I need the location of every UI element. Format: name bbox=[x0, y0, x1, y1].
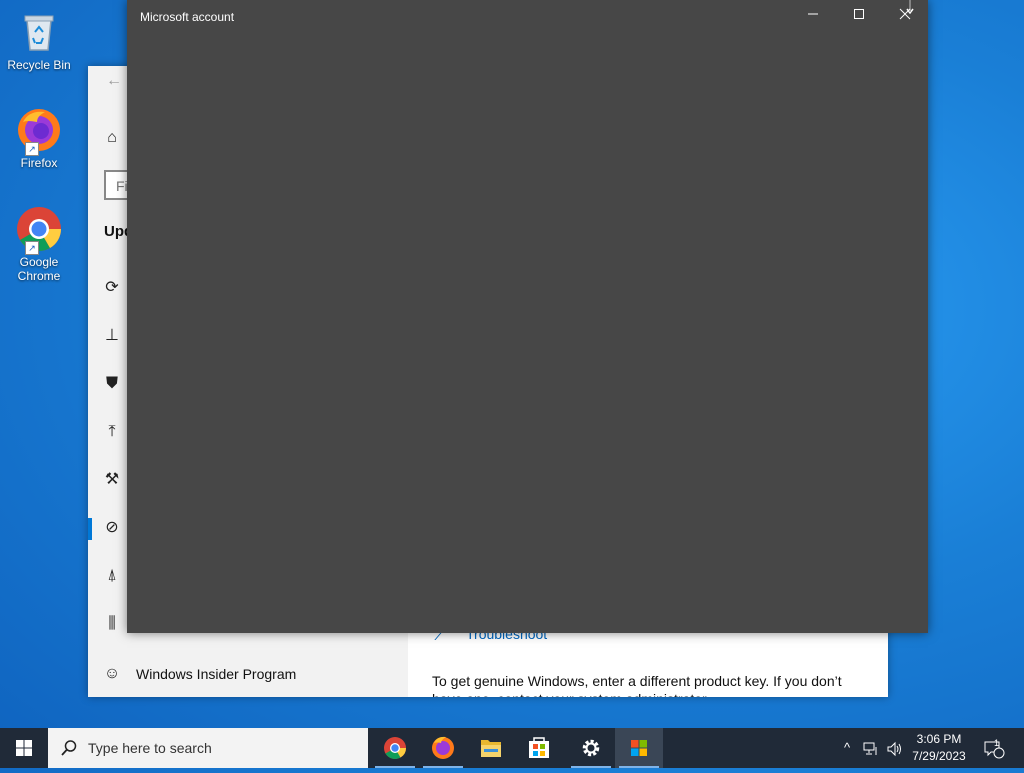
desktop-icon-firefox[interactable]: ↗ Firefox bbox=[4, 106, 74, 170]
developer-tools-icon[interactable]: ⫼ bbox=[102, 614, 122, 634]
chrome-icon bbox=[384, 737, 406, 759]
network-icon[interactable] bbox=[860, 728, 882, 768]
taskbar-app-settings[interactable] bbox=[567, 728, 615, 768]
volume-icon[interactable] bbox=[884, 728, 906, 768]
taskbar-app-firefox[interactable] bbox=[419, 728, 467, 768]
taskbar-app-microsoft-account[interactable] bbox=[615, 728, 663, 768]
active-item-indicator bbox=[88, 518, 92, 540]
taskbar-app-chrome[interactable] bbox=[371, 728, 419, 768]
clock-date: 7/29/2023 bbox=[912, 749, 966, 763]
store-icon bbox=[529, 737, 549, 758]
shield-icon[interactable]: ⛊ bbox=[102, 374, 122, 394]
desktop-icon-label: Recycle Bin bbox=[7, 58, 71, 72]
recycle-bin-icon bbox=[15, 8, 63, 56]
minimize-button[interactable] bbox=[790, 0, 836, 32]
desktop-icon-label: Google Chrome bbox=[17, 255, 61, 283]
taskbar-search-box[interactable]: Type here to search bbox=[48, 728, 368, 768]
desktop-icon-label: Firefox bbox=[20, 156, 58, 170]
start-button[interactable] bbox=[0, 728, 48, 768]
taskbar-app-file-explorer[interactable] bbox=[467, 728, 515, 768]
desktop-icon-recycle-bin[interactable]: Recycle Bin bbox=[4, 8, 74, 72]
backup-icon[interactable]: ⤒ bbox=[102, 422, 122, 442]
clock-time: 3:06 PM bbox=[916, 732, 962, 746]
firefox-icon bbox=[432, 736, 454, 759]
notification-count: 1 bbox=[994, 738, 1000, 748]
sidebar-item-insider[interactable]: Windows Insider Program bbox=[136, 666, 296, 682]
taskbar-clock[interactable]: 3:06 PM 7/29/2023 bbox=[906, 731, 972, 765]
shortcut-arrow-icon: ↗ bbox=[25, 142, 39, 156]
action-center-button[interactable]: 1 bbox=[980, 728, 1008, 768]
sync-icon[interactable]: ⟳ bbox=[102, 278, 122, 298]
taskbar-app-store[interactable] bbox=[515, 728, 563, 768]
back-arrow-icon[interactable]: ← bbox=[106, 72, 122, 90]
home-icon[interactable]: ⌂ bbox=[102, 128, 122, 148]
wrench-icon[interactable]: ⚒ bbox=[102, 470, 122, 490]
show-hidden-icons-chevron-icon[interactable]: ^ bbox=[836, 728, 858, 768]
desktop-icon-chrome[interactable]: ↗ Google Chrome bbox=[4, 205, 74, 283]
microsoft-account-dialog: Microsoft account bbox=[127, 0, 928, 633]
delivery-optimization-icon[interactable]: ⊥ bbox=[102, 326, 122, 346]
maximize-icon bbox=[854, 9, 864, 19]
folder-icon bbox=[481, 740, 501, 757]
search-placeholder: Type here to search bbox=[88, 740, 212, 756]
windows-logo-icon bbox=[16, 740, 32, 756]
find-device-icon[interactable]: ⍋ bbox=[102, 566, 122, 586]
shortcut-arrow-icon: ↗ bbox=[25, 241, 39, 255]
firefox-icon: ↗ bbox=[15, 106, 63, 156]
dialog-title: Microsoft account bbox=[140, 10, 235, 24]
insider-cat-icon[interactable]: ☺ bbox=[102, 664, 122, 684]
microsoft-logo-icon bbox=[631, 740, 647, 756]
activation-check-icon[interactable]: ⊘ bbox=[102, 518, 122, 538]
search-icon bbox=[61, 740, 77, 756]
close-button[interactable] bbox=[882, 0, 928, 32]
genuine-windows-text: To get genuine Windows, enter a differen… bbox=[432, 673, 842, 697]
minimize-icon bbox=[808, 13, 818, 15]
maximize-button[interactable] bbox=[836, 0, 882, 32]
chrome-icon: ↗ bbox=[15, 205, 63, 255]
close-icon bbox=[899, 8, 911, 20]
gear-icon bbox=[582, 739, 600, 757]
taskbar: Type here to search ^ 3:06 PM 7/29/2023 … bbox=[0, 728, 1024, 768]
